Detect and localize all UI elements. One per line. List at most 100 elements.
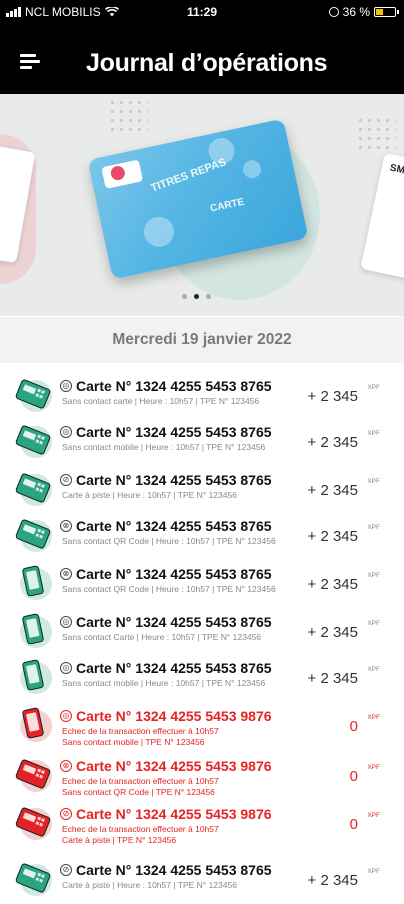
terminal-icon xyxy=(14,374,54,414)
operation-info-secondary: Carte à piste | TPE N° 123456 xyxy=(62,835,177,845)
phone-icon xyxy=(14,610,54,650)
operation-info: Echec de la transaction effectuer à 10h5… xyxy=(62,726,219,736)
card-decoration xyxy=(141,214,177,250)
payment-mode-icon: ⊗ xyxy=(60,760,72,772)
decoration-dots xyxy=(108,98,148,134)
menu-icon[interactable] xyxy=(20,54,40,70)
operation-amount: 0 xyxy=(349,816,358,833)
currency-label: XPF xyxy=(367,430,380,437)
pager-dot[interactable] xyxy=(182,294,187,299)
payment-mode-icon: ◎ xyxy=(60,426,72,438)
date-header: Mercredi 19 janvier 2022 xyxy=(0,317,404,363)
pager-dot-active[interactable] xyxy=(194,294,199,299)
card-number: Carte N° 1324 4255 5453 8765 xyxy=(76,472,272,488)
operation-info: Sans contact mobile | Heure : 10h57 | TP… xyxy=(62,678,266,688)
payment-mode-icon: ◎ xyxy=(60,662,72,674)
operation-row[interactable]: ◎ Carte N° 1324 4255 5453 8765 Sans contac… xyxy=(0,610,404,656)
operation-row[interactable]: ⊘ Carte N° 1324 4255 5453 8765 Carte à pis… xyxy=(0,468,404,514)
operation-amount: + 2 345 xyxy=(307,434,358,451)
operation-info: Echec de la transaction effectuer à 10h5… xyxy=(62,776,219,786)
payment-mode-icon: ◎ xyxy=(60,710,72,722)
card-number: Carte N° 1324 4255 5453 8765 xyxy=(76,518,272,534)
carousel-card-next[interactable]: SMIL xyxy=(360,153,404,281)
card-text: TITRES REPAS xyxy=(149,156,228,195)
phone-icon xyxy=(14,704,54,744)
operation-amount: + 2 345 xyxy=(307,576,358,593)
card-number: Carte N° 1324 4255 5453 8765 xyxy=(76,424,272,440)
operation-amount: 0 xyxy=(349,718,358,735)
operation-details: ◎ Carte N° 1324 4255 5453 8765 Sans contac… xyxy=(60,378,300,407)
phone-icon xyxy=(14,562,54,602)
operation-info: Carte à piste | Heure : 10h57 | TPE N° 1… xyxy=(62,490,237,500)
terminal-icon xyxy=(14,754,54,794)
currency-label: XPF xyxy=(367,812,380,819)
battery-label: 36 % xyxy=(342,5,370,19)
operation-amount: + 2 345 xyxy=(307,670,358,687)
card-decoration xyxy=(241,158,263,180)
currency-label: XPF xyxy=(367,868,380,875)
decoration-dots xyxy=(356,116,396,152)
currency-label: XPF xyxy=(367,524,380,531)
operation-details: ◎ Carte N° 1324 4255 5453 8765 Sans contac… xyxy=(60,614,300,643)
terminal-icon xyxy=(14,514,54,554)
operation-amount: + 2 345 xyxy=(307,624,358,641)
card-number: Carte N° 1324 4255 5453 9876 xyxy=(76,758,272,774)
card-text-secondary: CARTE xyxy=(209,196,246,215)
operation-details: ⊗ Carte N° 1324 4255 5453 8765 Sans contac… xyxy=(60,566,300,595)
operation-row[interactable]: ⊗ Carte N° 1324 4255 5453 8765 Sans contac… xyxy=(0,514,404,560)
card-carousel[interactable]: TITRES REPAS CARTE SMIL xyxy=(0,94,404,316)
currency-label: XPF xyxy=(367,620,380,627)
page-title: Journal d’opérations xyxy=(86,49,328,77)
operation-details: ◎ Carte N° 1324 4255 5453 8765 Sans contac… xyxy=(60,424,300,453)
operation-row[interactable]: ⊗ Carte N° 1324 4255 5453 9876 Echec de la… xyxy=(0,754,404,800)
operation-info: Sans contact QR Code | Heure : 10h57 | T… xyxy=(62,584,276,594)
operation-details: ⊘ Carte N° 1324 4255 5453 8765 Carte à pis… xyxy=(60,472,300,501)
operation-info: Sans contact carte | Heure : 10h57 | TPE… xyxy=(62,396,260,406)
terminal-icon xyxy=(14,468,54,508)
phone-icon xyxy=(14,656,54,696)
operation-row[interactable]: ◎ Carte N° 1324 4255 5453 9876 Echec de la… xyxy=(0,704,404,750)
currency-label: XPF xyxy=(367,478,380,485)
operation-details: ◎ Carte N° 1324 4255 5453 8765 Sans contac… xyxy=(60,660,300,689)
payment-mode-icon: ⊘ xyxy=(60,474,72,486)
operation-row[interactable]: ⊗ Carte N° 1324 4255 5453 8765 Sans contac… xyxy=(0,562,404,608)
currency-label: XPF xyxy=(367,714,380,721)
card-number: Carte N° 1324 4255 5453 8765 xyxy=(76,614,272,630)
operation-details: ◎ Carte N° 1324 4255 5453 9876 Echec de la… xyxy=(60,708,300,748)
card-number: Carte N° 1324 4255 5453 8765 xyxy=(76,378,272,394)
operation-amount: + 2 345 xyxy=(307,872,358,889)
operation-info-secondary: Sans contact mobile | TPE N° 123456 xyxy=(62,737,205,747)
operation-amount: + 2 345 xyxy=(307,388,358,405)
payment-mode-icon: ⊗ xyxy=(60,568,72,580)
operation-info: Sans contact Carte | Heure : 10h57 | TPE… xyxy=(62,632,262,642)
alarm-icon xyxy=(328,7,339,17)
card-number: Carte N° 1324 4255 5453 9876 xyxy=(76,806,272,822)
operation-details: ⊗ Carte N° 1324 4255 5453 8765 Sans contac… xyxy=(60,518,300,547)
operation-row[interactable]: ⊘ Carte N° 1324 4255 5453 8765 Carte à pis… xyxy=(0,858,404,904)
currency-label: XPF xyxy=(367,572,380,579)
operation-details: ⊘ Carte N° 1324 4255 5453 8765 Carte à pis… xyxy=(60,862,300,891)
currency-label: XPF xyxy=(367,764,380,771)
payment-mode-icon: ⊗ xyxy=(60,520,72,532)
payment-mode-icon: ⊘ xyxy=(60,808,72,820)
operation-info: Echec de la transaction effectuer à 10h5… xyxy=(62,824,219,834)
payment-mode-icon: ◎ xyxy=(60,616,72,628)
pager-dot[interactable] xyxy=(206,294,211,299)
operation-details: ⊗ Carte N° 1324 4255 5453 9876 Echec de la… xyxy=(60,758,300,798)
operation-info: Carte à piste | Heure : 10h57 | TPE N° 1… xyxy=(62,880,237,890)
card-number: Carte N° 1324 4255 5453 8765 xyxy=(76,566,272,582)
currency-label: XPF xyxy=(367,384,380,391)
payment-mode-icon: ◎ xyxy=(60,380,72,392)
operation-row[interactable]: ◎ Carte N° 1324 4255 5453 8765 Sans contac… xyxy=(0,374,404,420)
status-bar: NCL MOBILIS 11:29 36 % xyxy=(0,0,404,24)
payment-mode-icon: ⊘ xyxy=(60,864,72,876)
terminal-icon xyxy=(14,420,54,460)
operation-details: ⊘ Carte N° 1324 4255 5453 9876 Echec de la… xyxy=(60,806,300,846)
card-number: Carte N° 1324 4255 5453 8765 xyxy=(76,862,272,878)
operation-row[interactable]: ◎ Carte N° 1324 4255 5453 8765 Sans contac… xyxy=(0,656,404,702)
operation-amount: + 2 345 xyxy=(307,528,358,545)
operation-row[interactable]: ⊘ Carte N° 1324 4255 5453 9876 Echec de la… xyxy=(0,802,404,848)
app-header: NCL MOBILIS 11:29 36 % Journal d’opérati… xyxy=(0,0,404,94)
operation-info: Sans contact QR Code | Heure : 10h57 | T… xyxy=(62,536,276,546)
operation-row[interactable]: ◎ Carte N° 1324 4255 5453 8765 Sans contac… xyxy=(0,420,404,466)
